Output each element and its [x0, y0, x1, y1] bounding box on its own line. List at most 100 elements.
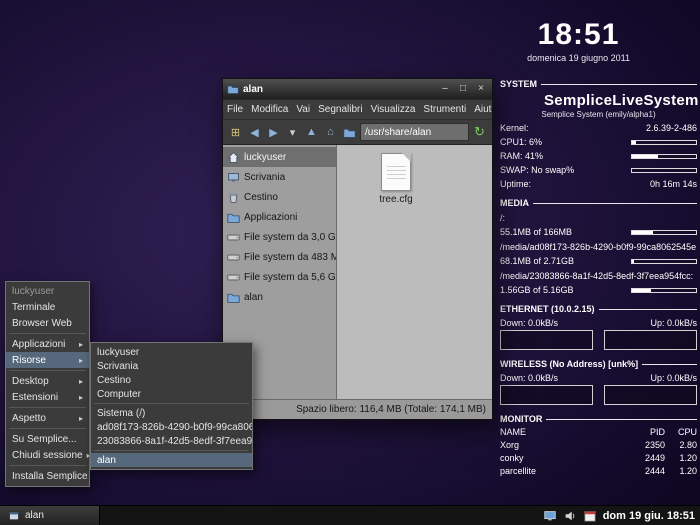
wireless-graphs	[500, 385, 697, 405]
sidebar-item-alan[interactable]: alan	[223, 287, 336, 307]
volume-icon[interactable]	[563, 509, 577, 523]
home-icon	[227, 151, 240, 164]
menu-item-browser-web[interactable]: Browser Web	[6, 315, 89, 331]
document-icon	[381, 153, 411, 191]
desktop-menu: luckyuser Terminale Browser Web Applicaz…	[5, 281, 90, 487]
submenu-arrow-icon: ▸	[83, 451, 89, 460]
window-icon	[227, 83, 239, 95]
history-dropdown-button[interactable]: ▾	[284, 123, 301, 141]
file-name: tree.cfg	[363, 194, 429, 205]
folder-icon	[227, 291, 240, 304]
menu-item-terminale[interactable]: Terminale	[6, 299, 89, 315]
disk-bar	[631, 288, 697, 293]
maximize-button[interactable]: □	[456, 82, 470, 96]
menu-item-estensioni[interactable]: Estensioni▸	[6, 389, 89, 405]
menu-separator	[9, 333, 86, 334]
wireless-rates: Down: 0.0kB/sUp: 0.0kB/s	[500, 373, 697, 383]
conky-panel: SYSTEM SempliceLiveSystem Semplice Syste…	[500, 70, 697, 476]
system-tray: dom 19 giu. 18:51	[543, 509, 700, 523]
monitor-section-header: MONITOR	[500, 414, 697, 424]
disk-usage-row: 55.1MB of 166MB	[500, 227, 697, 237]
menu-title: luckyuser	[6, 284, 89, 299]
sidebar-item-scrivania[interactable]: Scrivania	[223, 167, 336, 187]
process-row: parcellite 2444 1.20	[500, 466, 697, 476]
submenu-item-computer[interactable]: Computer	[91, 387, 252, 401]
wireless-section-header: WIRELESS (No Address) [unk%]	[500, 359, 697, 369]
wireless-down-graph	[500, 385, 593, 405]
sidebar-item-filesystem-483mb[interactable]: File system da 483 MB	[223, 247, 336, 267]
uptime-row: Uptime:0h 16m 14s	[500, 179, 697, 189]
disk-usage-row: 68.1MB of 2.71GB	[500, 256, 697, 266]
kernel-row: Kernel:2.6.39-2-486	[500, 123, 697, 133]
menu-vai[interactable]: Vai	[292, 100, 314, 119]
sidebar-item-luckyuser[interactable]: luckyuser	[223, 147, 336, 167]
task-window-icon	[8, 510, 20, 522]
close-button[interactable]: ×	[474, 82, 488, 96]
reload-button[interactable]: ↻	[471, 123, 488, 141]
back-button[interactable]: ◀	[246, 123, 263, 141]
menu-file[interactable]: File	[223, 100, 247, 119]
clock-time: 18:51	[527, 20, 630, 50]
statusbar: Spazio libero: 116,4 MB (Totale: 174,1 M…	[223, 399, 492, 419]
menu-segnalibri[interactable]: Segnalibri	[314, 100, 366, 119]
submenu-arrow-icon: ▸	[75, 377, 83, 386]
sidebar-item-applicazioni[interactable]: Applicazioni	[223, 207, 336, 227]
submenu-item-uuid-2[interactable]: 23083866-8a1f-42d5-8edf-3f7eea954fcc	[91, 434, 252, 448]
submenu-item-scrivania[interactable]: Scrivania	[91, 359, 252, 373]
menu-separator	[9, 428, 86, 429]
menu-item-desktop[interactable]: Desktop▸	[6, 373, 89, 389]
wireless-up-graph	[604, 385, 697, 405]
ethernet-section-header: ETHERNET (10.0.2.15)	[500, 304, 697, 314]
process-table-header: NAME PID CPU	[500, 427, 697, 437]
desktop-icon	[227, 171, 240, 184]
submenu-arrow-icon: ▸	[75, 414, 83, 423]
forward-button[interactable]: ▶	[265, 123, 282, 141]
menu-item-installa-semplice[interactable]: Installa Semplice	[6, 468, 89, 484]
menu-modifica[interactable]: Modifica	[247, 100, 292, 119]
new-window-button[interactable]: ⊞	[227, 123, 244, 141]
system-section-header: SYSTEM	[500, 79, 697, 89]
submenu-item-alan[interactable]: alan	[91, 453, 252, 467]
swap-bar	[631, 168, 697, 173]
ethernet-down-graph	[500, 330, 593, 350]
menu-item-su-semplice[interactable]: Su Semplice...	[6, 431, 89, 447]
process-row: Xorg 2350 2.80	[500, 440, 697, 450]
taskbar: alan dom 19 giu. 18:51	[0, 505, 700, 525]
taskbar-clock[interactable]: dom 19 giu. 18:51	[603, 510, 695, 522]
sidebar-item-cestino[interactable]: Cestino	[223, 187, 336, 207]
drive-icon	[227, 251, 240, 264]
submenu-item-luckyuser[interactable]: luckyuser	[91, 345, 252, 359]
window-body: luckyuser Scrivania Cestino Applicazioni…	[223, 145, 492, 399]
distro-subtitle: Semplice System (emily/alpha1)	[500, 110, 697, 119]
trash-icon	[227, 191, 240, 204]
sidebar-item-filesystem-5gb[interactable]: File system da 5,6 GB	[223, 267, 336, 287]
disk-mount: /:	[500, 213, 697, 223]
display-icon[interactable]	[543, 509, 557, 523]
menu-item-aspetto[interactable]: Aspetto▸	[6, 410, 89, 426]
swap-row: SWAP: No swap%	[500, 165, 697, 175]
submenu-item-sistema[interactable]: Sistema (/)	[91, 406, 252, 420]
submenu-item-uuid-1[interactable]: ad08f173-826b-4290-b0f9-99ca8062545e	[91, 420, 252, 434]
up-button[interactable]: ▲	[303, 123, 320, 141]
home-button[interactable]: ⌂	[322, 123, 339, 141]
submenu-item-cestino[interactable]: Cestino	[91, 373, 252, 387]
menu-item-applicazioni[interactable]: Applicazioni▸	[6, 336, 89, 352]
path-input[interactable]	[360, 123, 469, 141]
sidebar-item-filesystem-3gb[interactable]: File system da 3,0 GB	[223, 227, 336, 247]
file-item[interactable]: tree.cfg	[363, 153, 429, 205]
titlebar[interactable]: alan – □ ×	[223, 79, 492, 99]
calendar-icon[interactable]	[583, 509, 597, 523]
disk-bar	[631, 230, 697, 235]
menu-separator	[9, 465, 86, 466]
file-view[interactable]: tree.cfg	[337, 145, 492, 399]
menubar: File Modifica Vai Segnalibri Visualizza …	[223, 99, 492, 119]
menu-visualizza[interactable]: Visualizza	[367, 100, 420, 119]
menu-item-chiudi-sessione[interactable]: Chiudi sessione▸	[6, 447, 89, 463]
menu-separator	[94, 450, 249, 451]
disk-bar	[631, 259, 697, 264]
menu-aiuto[interactable]: Aiuto	[470, 100, 492, 119]
menu-item-risorse[interactable]: Risorse▸	[6, 352, 89, 368]
minimize-button[interactable]: –	[438, 82, 452, 96]
menu-strumenti[interactable]: Strumenti	[419, 100, 470, 119]
task-button-alan[interactable]: alan	[0, 506, 100, 525]
